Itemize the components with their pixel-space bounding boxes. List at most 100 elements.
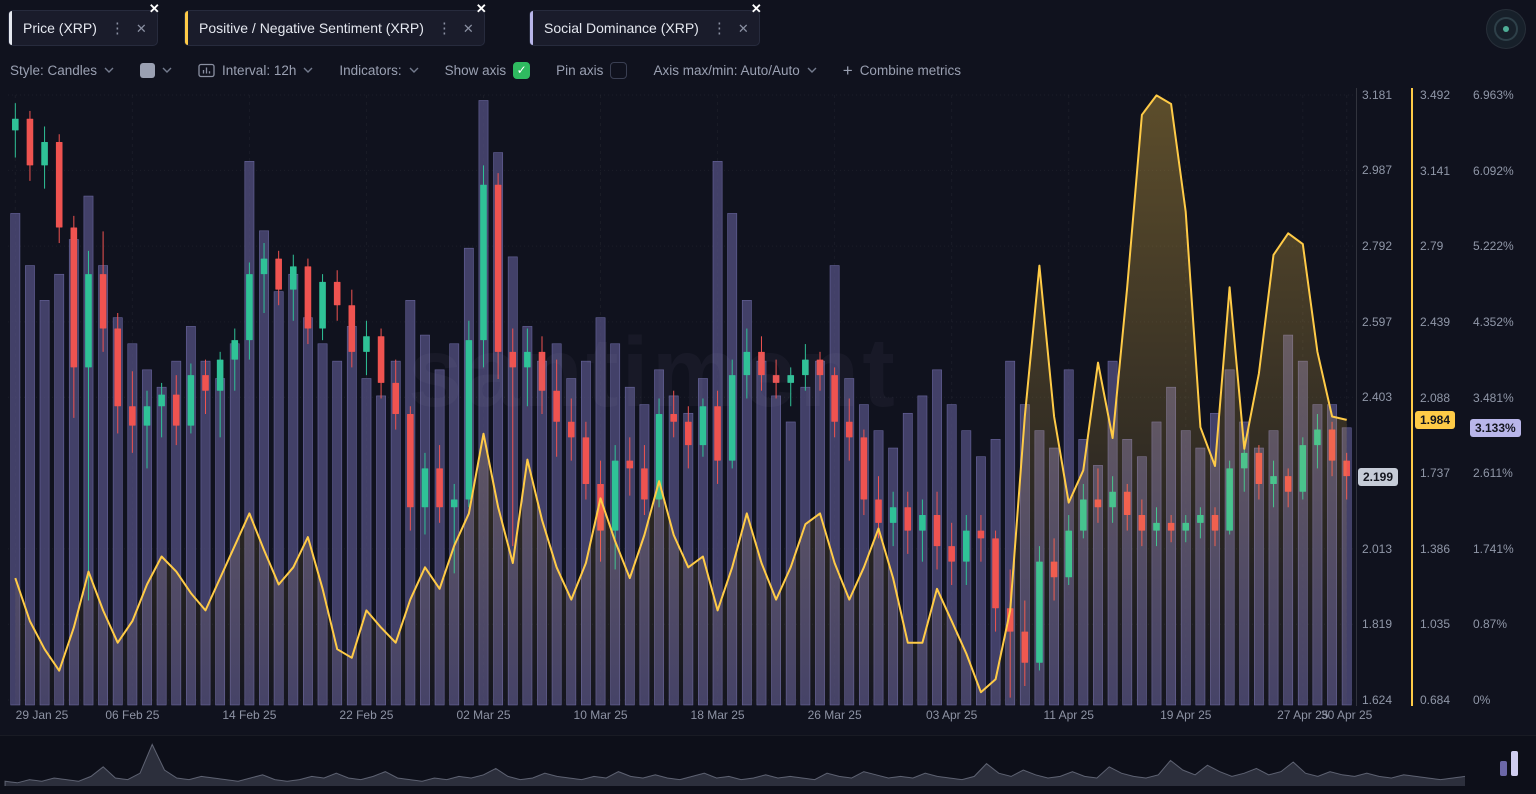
chevron-down-icon xyxy=(162,67,172,73)
close-icon[interactable]: ✕ xyxy=(738,22,749,35)
dominance-axis-tick: 0.87% xyxy=(1473,617,1508,632)
chevron-down-icon xyxy=(807,67,817,73)
price-current-value-badge: 2.199 xyxy=(1358,467,1399,486)
sentiment-axis-tick: 1.035 xyxy=(1420,617,1451,632)
tab-label: Positive / Negative Sentiment (XRP) xyxy=(199,20,424,36)
x-axis-date-label: 22 Feb 25 xyxy=(339,708,394,722)
tab-label: Social Dominance (XRP) xyxy=(544,20,699,36)
chart-toolbar: Style: Candles Interval: 12h Indicators:… xyxy=(10,56,961,84)
pin-axis-checkbox[interactable] xyxy=(610,61,628,79)
interval-icon xyxy=(198,63,215,77)
price-axis-tick: 2.987 xyxy=(1362,163,1393,178)
bars-icon xyxy=(1511,751,1518,776)
show-axis-label: Show axis xyxy=(444,62,507,78)
x-axis-date-label: 26 Mar 25 xyxy=(807,708,862,722)
sentiment-axis-tick: 2.79 xyxy=(1420,239,1444,254)
style-dropdown[interactable]: Style: Candles xyxy=(10,63,114,78)
dominance-axis-tick: 1.741% xyxy=(1473,541,1514,556)
sentiment-axis-tick: 1.386 xyxy=(1420,541,1451,556)
chevron-down-icon xyxy=(104,67,114,73)
dominance-axis-tick: 3.481% xyxy=(1473,390,1514,405)
price-axis-tick: 1.819 xyxy=(1362,617,1393,632)
tab-price[interactable]: Price (XRP) ⋮ ✕ ✕ xyxy=(8,1,160,46)
timeline-preview-strip[interactable] xyxy=(0,735,1536,790)
x-axis-date-label: 10 Mar 25 xyxy=(573,708,628,722)
price-axis-tick: 1.624 xyxy=(1362,693,1393,707)
indicators-dropdown[interactable]: Indicators: xyxy=(339,62,419,78)
pin-axis-label: Pin axis xyxy=(556,62,604,78)
axis-maxmin-label: Axis max/min: Auto/Auto xyxy=(653,62,800,78)
x-axis-date-label: 06 Feb 25 xyxy=(105,708,160,722)
dominance-axis-tick: 0% xyxy=(1473,693,1491,707)
tab-sentiment[interactable]: Positive / Negative Sentiment (XRP) ⋮ ✕ … xyxy=(184,1,487,46)
tab-accent xyxy=(9,11,12,45)
sentiment-area xyxy=(15,95,1347,705)
sentiment-current-value-badge: 1.984 xyxy=(1415,410,1456,429)
dominance-axis-tick: 6.092% xyxy=(1473,163,1514,178)
main-chart[interactable] xyxy=(8,86,1354,708)
sentiment-axis-tick: 3.492 xyxy=(1420,88,1451,102)
timeline-preview-chart[interactable] xyxy=(0,736,1470,790)
tab-accent xyxy=(530,11,533,45)
plus-icon: + xyxy=(842,60,853,80)
metric-tab-bar: Price (XRP) ⋮ ✕ ✕ Positive / Negative Se… xyxy=(0,0,1536,52)
close-icon[interactable]: ✕ xyxy=(136,22,147,35)
santiment-chart-app: Price (XRP) ⋮ ✕ ✕ Positive / Negative Se… xyxy=(0,0,1536,794)
x-axis-date-label: 11 Apr 25 xyxy=(1043,708,1094,722)
dominance-current-value-badge: 3.133% xyxy=(1470,418,1521,437)
sentiment-axis-tick: 2.088 xyxy=(1420,390,1451,405)
kebab-menu-icon[interactable]: ⋮ xyxy=(437,21,452,36)
interval-label: Interval: 12h xyxy=(222,62,297,78)
color-swatch xyxy=(140,62,156,78)
style-label: Style: Candles xyxy=(10,62,98,78)
price-axis-tick: 2.403 xyxy=(1362,390,1393,405)
price-axis-tick: 2.792 xyxy=(1362,239,1393,254)
interval-dropdown[interactable]: Interval: 12h xyxy=(198,63,313,78)
close-icon[interactable]: ✕ xyxy=(751,1,762,17)
chevron-down-icon xyxy=(303,67,313,73)
kebab-menu-icon[interactable]: ⋮ xyxy=(712,21,727,36)
bars-icon xyxy=(1500,761,1507,776)
indicators-label: Indicators: xyxy=(339,62,402,78)
sentiment-axis-tick: 1.737 xyxy=(1420,466,1451,481)
x-axis-date-label: 02 Mar 25 xyxy=(456,708,511,722)
kebab-menu-icon[interactable]: ⋮ xyxy=(110,21,125,36)
price-axis-line[interactable] xyxy=(1356,88,1357,706)
chevron-down-icon xyxy=(409,67,419,73)
sentiment-axis-tick: 2.439 xyxy=(1420,314,1451,329)
x-axis-date-label: 14 Feb 25 xyxy=(222,708,277,722)
x-axis-date-label: 29 Jan 25 xyxy=(15,708,69,722)
x-axis-date-label: 18 Mar 25 xyxy=(690,708,745,722)
pin-axis-toggle[interactable]: Pin axis xyxy=(556,61,628,79)
sentiment-axis-line[interactable] xyxy=(1411,88,1413,706)
target-icon xyxy=(1494,17,1518,41)
dominance-axis-tick: 6.963% xyxy=(1473,88,1514,102)
chart-plot-area[interactable] xyxy=(8,86,1354,708)
sentiment-axis-tick: 3.141 xyxy=(1420,163,1451,178)
dominance-axis-tick: 4.352% xyxy=(1473,314,1514,329)
sentiment-axis-tick: 0.684 xyxy=(1420,693,1451,707)
price-axis-tick: 2.597 xyxy=(1362,314,1393,329)
tab-label: Price (XRP) xyxy=(23,20,97,36)
close-icon[interactable]: ✕ xyxy=(463,22,474,35)
axis-maxmin-dropdown[interactable]: Axis max/min: Auto/Auto xyxy=(653,62,817,78)
price-axis-tick: 3.181 xyxy=(1362,88,1393,102)
chart-status-indicator[interactable] xyxy=(1486,9,1526,49)
x-axis: 29 Jan 25 06 Feb 25 14 Feb 25 22 Feb 25 02 M… xyxy=(8,708,1408,726)
dominance-axis-tick: 2.611% xyxy=(1473,466,1513,481)
status-dot xyxy=(1503,26,1509,32)
show-axis-toggle[interactable]: Show axis ✓ xyxy=(444,61,531,79)
tab-accent xyxy=(185,11,188,45)
x-axis-date-label: 19 Apr 25 xyxy=(1160,708,1212,722)
close-icon[interactable]: ✕ xyxy=(476,1,487,17)
close-icon[interactable]: ✕ xyxy=(149,1,160,17)
show-axis-checkbox[interactable]: ✓ xyxy=(513,61,531,79)
x-axis-date-label: 30 Apr 25 xyxy=(1320,708,1373,722)
combine-metrics-label: Combine metrics xyxy=(859,62,961,78)
tab-social-dominance[interactable]: Social Dominance (XRP) ⋮ ✕ ✕ xyxy=(529,1,762,46)
price-axis-tick: 2.013 xyxy=(1362,541,1393,556)
combine-metrics-button[interactable]: + Combine metrics xyxy=(843,62,961,79)
preview-toggle-button[interactable] xyxy=(1490,744,1528,782)
x-axis-date-label: 03 Apr 25 xyxy=(925,708,978,722)
color-swatch-dropdown[interactable] xyxy=(140,62,172,78)
